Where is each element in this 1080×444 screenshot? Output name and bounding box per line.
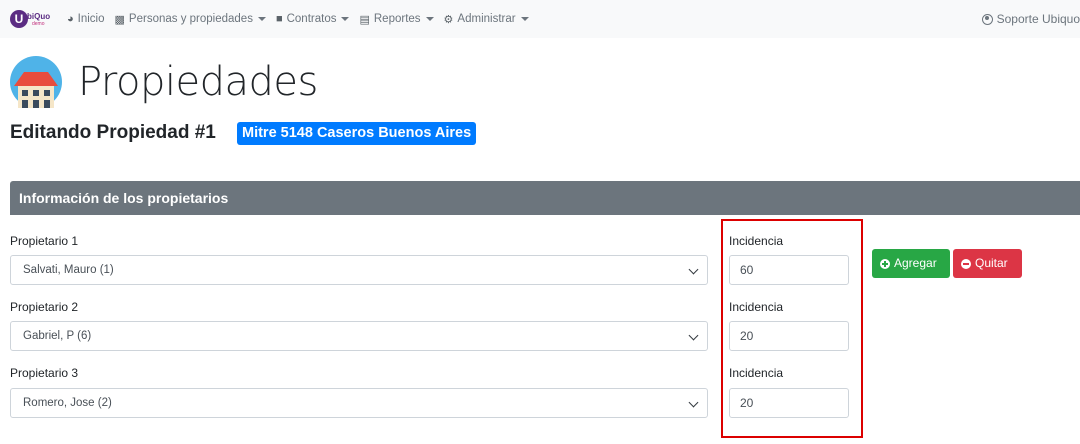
caret-down-icon: [341, 17, 350, 21]
file-icon: ▤: [359, 13, 370, 26]
tachometer-icon: ◕: [67, 13, 74, 25]
nav-item-label: Personas y propiedades: [128, 13, 253, 25]
nav-item-inicio[interactable]: ◕ Inicio: [67, 13, 105, 25]
user-circle-icon: [981, 13, 993, 25]
owner-1-select[interactable]: Salvati, Mauro (1): [10, 255, 708, 285]
square-icon: ■: [275, 13, 283, 25]
owner-2-label: Propietario 2: [10, 300, 79, 314]
brand-logo[interactable]: U biQuo demo: [10, 10, 50, 28]
house-icon: [10, 56, 62, 108]
minus-circle-icon: [961, 258, 971, 269]
owner-1-value: Salvati, Mauro (1): [23, 264, 114, 276]
owner-3-value: Romero, Jose (2): [23, 397, 112, 409]
nav-menu: ◕ Inicio ▩ Personas y propiedades ■ Cont…: [67, 0, 539, 38]
gear-icon: ⚙: [443, 13, 454, 26]
owner-3-label: Propietario 3: [10, 366, 79, 380]
owner-2-select[interactable]: Gabriel, P (6): [10, 321, 708, 351]
caret-down-icon: [520, 17, 529, 21]
editing-heading: Editando Propiedad #1: [10, 122, 216, 143]
navbar: U biQuo demo ◕ Inicio ▩ Personas y propi…: [0, 0, 1080, 38]
brand-sub: demo: [32, 21, 45, 27]
incidence-highlight-box: [721, 219, 863, 438]
brand-name: biQuo: [27, 12, 51, 21]
owner-2-value: Gabriel, P (6): [23, 330, 92, 342]
remove-owner-button[interactable]: Quitar: [953, 249, 1022, 278]
add-button-label: Agregar: [894, 256, 937, 270]
brand-letter: U: [10, 10, 28, 28]
nav-item-label: Administrar: [457, 13, 516, 25]
caret-down-icon: [257, 17, 266, 21]
nav-item-administrar[interactable]: ⚙ Administrar: [444, 13, 529, 26]
plus-circle-icon: [880, 258, 890, 269]
chevron-down-icon: [688, 264, 699, 275]
owner-3-select[interactable]: Romero, Jose (2): [10, 388, 708, 418]
owners-section-header: Información de los propietarios: [10, 181, 1080, 215]
nav-item-reportes[interactable]: ▤ Reportes: [359, 13, 434, 26]
chevron-down-icon: [688, 330, 699, 341]
owner-1-label: Propietario 1: [10, 234, 79, 248]
nav-item-label: Inicio: [77, 13, 105, 25]
user-name: Soporte Ubiquo: [996, 12, 1080, 26]
nav-item-label: Contratos: [286, 13, 337, 25]
chevron-down-icon: [688, 397, 699, 408]
remove-button-label: Quitar: [975, 256, 1008, 270]
address-badge: Mitre 5148 Caseros Buenos Aires: [237, 122, 477, 145]
address-card-icon: ▩: [114, 13, 125, 26]
user-menu[interactable]: Soporte Ubiquo: [981, 0, 1080, 38]
caret-down-icon: [425, 17, 434, 21]
add-owner-button[interactable]: Agregar: [872, 249, 950, 278]
nav-item-contratos[interactable]: ■ Contratos: [276, 13, 350, 25]
nav-item-label: Reportes: [373, 13, 421, 25]
page-title: Propiedades: [78, 59, 318, 105]
nav-item-personas[interactable]: ▩ Personas y propiedades: [115, 13, 266, 26]
